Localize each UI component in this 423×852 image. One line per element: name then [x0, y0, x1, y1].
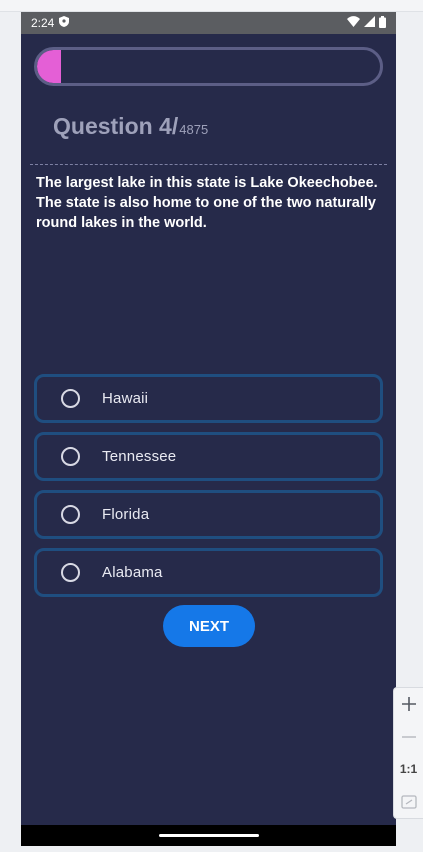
answer-option-label: Alabama — [102, 564, 163, 581]
answer-option-florida[interactable]: Florida — [34, 490, 383, 539]
zoom-out-button[interactable] — [394, 721, 423, 754]
question-counter: Question 4 / 4875 — [53, 113, 208, 140]
wifi-icon — [347, 16, 360, 30]
status-bar: 2:24 — [21, 12, 396, 34]
answer-option-alabama[interactable]: Alabama — [34, 548, 383, 597]
minus-icon — [401, 736, 416, 738]
status-icons — [347, 15, 386, 31]
answer-options: Hawaii Tennessee Florida Alabama — [34, 374, 383, 606]
answer-option-hawaii[interactable]: Hawaii — [34, 374, 383, 423]
question-total: 4875 — [179, 122, 209, 137]
answer-option-label: Tennessee — [102, 448, 177, 465]
quiz-progress-bar — [34, 47, 383, 86]
dashed-divider — [30, 164, 387, 165]
status-time: 2:24 — [31, 16, 55, 30]
radio-button-icon[interactable] — [61, 447, 80, 466]
emulator-side-toolbar: 1:1 — [393, 687, 423, 819]
zoom-in-button[interactable] — [394, 688, 423, 721]
screenshot-frame-button[interactable] — [394, 786, 423, 819]
question-number: Question 4 — [53, 113, 172, 139]
battery-icon — [379, 15, 386, 31]
answer-option-label: Florida — [102, 506, 150, 523]
answer-option-tennessee[interactable]: Tennessee — [34, 432, 383, 481]
emulator-top-strip — [0, 0, 423, 12]
radio-button-icon[interactable] — [61, 389, 80, 408]
question-text: The largest lake in this state is Lake O… — [36, 175, 378, 231]
answer-option-label: Hawaii — [102, 390, 149, 407]
cell-signal-icon — [364, 16, 375, 30]
phone-screen: 2:24 Question 4 / 4875 The largest lake … — [21, 12, 396, 846]
radio-button-icon[interactable] — [61, 505, 80, 524]
shield-icon — [59, 16, 70, 30]
plus-icon — [401, 697, 416, 712]
quiz-progress-fill — [37, 50, 61, 83]
question-separator: / — [171, 113, 179, 139]
zoom-reset-button[interactable]: 1:1 — [394, 753, 423, 786]
radio-button-icon[interactable] — [61, 563, 80, 582]
next-button[interactable]: NEXT — [163, 605, 255, 647]
screenshot-frame-icon — [400, 795, 417, 809]
navigation-bar — [21, 825, 396, 846]
home-gesture-handle[interactable] — [159, 834, 259, 837]
